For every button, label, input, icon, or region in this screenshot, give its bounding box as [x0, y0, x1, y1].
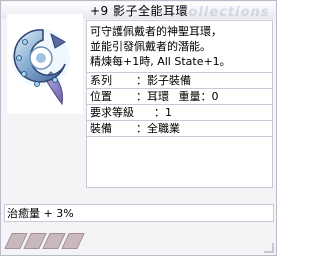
- stat-label: 裝備: [90, 122, 112, 135]
- item-description: 可守護佩戴者的神聖耳環， 並能引發佩戴者的潛能。 精煉每+1時, All Sta…: [90, 24, 270, 69]
- stat-separator: ：: [154, 106, 165, 119]
- stat-label: 位置: [90, 90, 112, 103]
- card-slot[interactable]: [61, 233, 85, 249]
- stat-value: 影子裝備: [147, 74, 191, 87]
- stat-label: 重量: [178, 90, 201, 103]
- stat-separator: ：: [136, 74, 147, 87]
- shadow-earring-icon: [12, 29, 70, 106]
- stat-separator: ：: [136, 122, 147, 135]
- description-line: 精煉每+1時, All State+1。: [90, 55, 231, 68]
- item-details-panel: 可守護佩戴者的神聖耳環， 並能引發佩戴者的潛能。 精煉每+1時, All Sta…: [86, 20, 273, 188]
- stat-row-series: 系列 ：影子裝備: [90, 73, 191, 88]
- description-line: 並能引發佩戴者的潛能。: [90, 40, 211, 53]
- resize-grip[interactable]: [264, 243, 274, 253]
- collections-watermark: Collections: [178, 5, 270, 20]
- stat-row-required-level: 要求等級 ：1: [90, 105, 172, 120]
- stat-value: 耳環: [147, 90, 169, 103]
- stat-row-equip: 裝備 ：全職業: [90, 121, 180, 136]
- stat-value: 1: [165, 106, 172, 119]
- random-option-bar: 治癒量 + 3%: [4, 204, 274, 222]
- stat-value: 0: [211, 90, 219, 103]
- item-info-window: +9 影子全能耳環 Collections 可守護佩戴者的神聖耳環， 並能引發佩…: [0, 0, 277, 256]
- stat-value: 全職業: [147, 122, 180, 135]
- description-line: 可守護佩戴者的神聖耳環，: [90, 25, 222, 38]
- divider: [87, 136, 272, 137]
- stat-label: 要求等級: [90, 106, 134, 119]
- stat-row-position-weight: 位置 ：耳環 重量：0: [90, 89, 219, 104]
- stat-separator: ：: [200, 90, 212, 103]
- stat-label: 系列: [90, 74, 112, 87]
- card-slots: [4, 231, 272, 251]
- item-title: +9 影子全能耳環: [90, 4, 189, 18]
- item-illustration: [7, 14, 83, 114]
- stat-separator: ：: [136, 90, 147, 103]
